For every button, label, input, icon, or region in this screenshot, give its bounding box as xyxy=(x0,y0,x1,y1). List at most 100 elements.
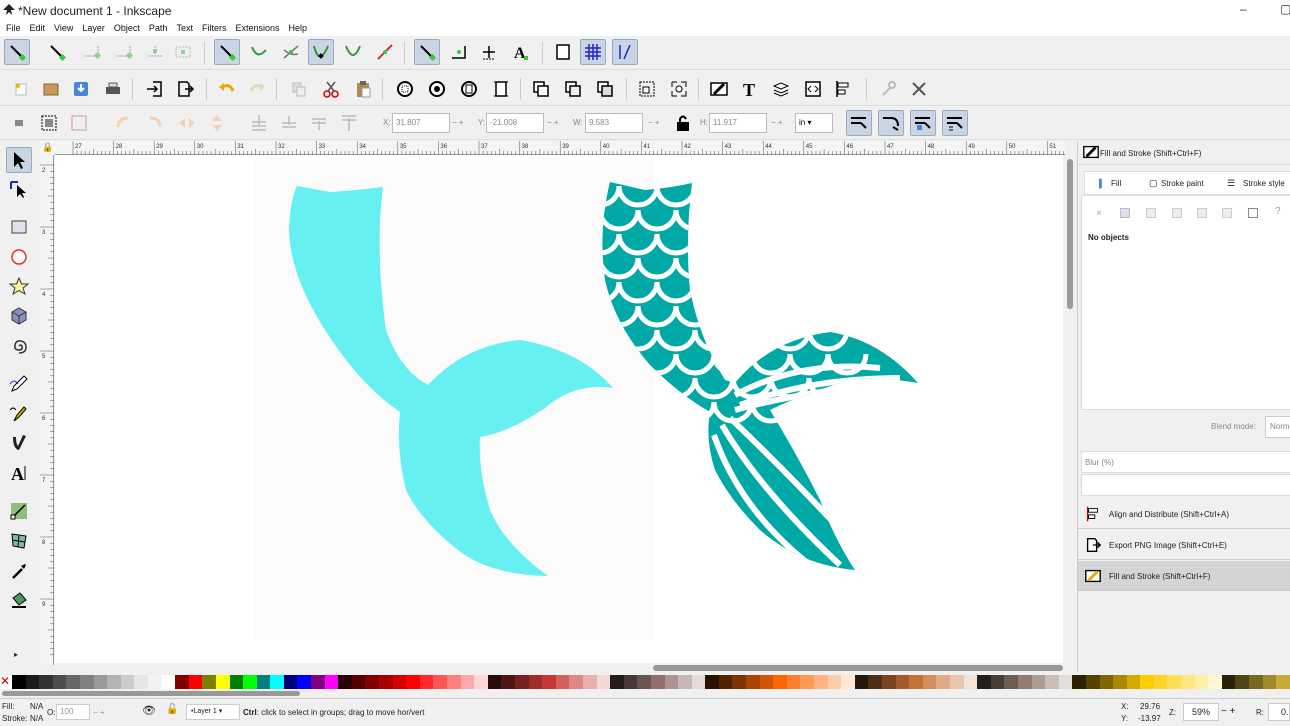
palette-swatch[interactable] xyxy=(1017,675,1032,689)
palette-swatch[interactable] xyxy=(990,675,1005,689)
palette-swatch[interactable] xyxy=(637,675,651,689)
menu-edit[interactable]: Edit xyxy=(30,22,46,36)
unlink-clone-button[interactable] xyxy=(592,76,618,102)
rotate-cw-button[interactable] xyxy=(142,110,168,136)
palette-swatch[interactable] xyxy=(868,675,882,689)
palette-swatch[interactable] xyxy=(297,675,312,689)
palette-swatch[interactable] xyxy=(1045,675,1059,689)
ungroup-button[interactable] xyxy=(666,76,692,102)
palette-swatch[interactable] xyxy=(596,675,611,689)
menu-view[interactable]: View xyxy=(54,22,73,36)
palette-swatch[interactable] xyxy=(895,675,910,689)
rotation-input[interactable]: 0. xyxy=(1268,703,1290,721)
palette-swatch[interactable] xyxy=(1004,675,1018,689)
zoom-stepper[interactable]: − + xyxy=(1221,706,1235,717)
snap-rotation-center-button[interactable] xyxy=(476,39,502,65)
palette-swatch[interactable] xyxy=(746,675,760,689)
tool-dropper[interactable] xyxy=(6,558,32,584)
minimize-button[interactable]: – xyxy=(1240,2,1247,16)
docked-export-png[interactable]: Export PNG Image (Shift+Ctrl+E) xyxy=(1078,530,1290,560)
menu-file[interactable]: File xyxy=(6,22,21,36)
palette-swatch[interactable] xyxy=(949,675,964,689)
palette-swatch[interactable] xyxy=(514,675,529,689)
snap-others-button[interactable] xyxy=(414,39,440,65)
paste-button[interactable] xyxy=(350,76,376,102)
copy-button[interactable] xyxy=(286,76,312,102)
snap-cusp-button[interactable] xyxy=(308,39,334,65)
palette-swatch[interactable] xyxy=(1194,675,1209,689)
palette-swatch[interactable] xyxy=(691,675,706,689)
palette-swatch[interactable] xyxy=(555,675,570,689)
snap-bbox-center-button[interactable] xyxy=(170,39,196,65)
tool-node[interactable] xyxy=(6,176,32,202)
palette-swatch[interactable] xyxy=(1235,675,1250,689)
palette-swatch[interactable] xyxy=(1113,675,1127,689)
palette-swatch[interactable] xyxy=(202,675,216,689)
tool-paint-bucket[interactable] xyxy=(6,587,32,613)
palette-swatch[interactable] xyxy=(39,675,53,689)
menu-help[interactable]: Help xyxy=(288,22,307,36)
stroke-indicator-value[interactable]: N/A xyxy=(30,714,43,723)
tool-gradient[interactable] xyxy=(6,498,32,524)
no-paint-button[interactable]: × xyxy=(1096,208,1102,219)
snap-guides-button[interactable] xyxy=(612,39,638,65)
palette-swatch[interactable] xyxy=(1140,675,1154,689)
lock-icon[interactable]: 🔓 xyxy=(166,704,178,715)
eye-icon[interactable]: 👁 xyxy=(142,704,156,717)
save-button[interactable] xyxy=(68,76,94,102)
palette-swatch[interactable] xyxy=(759,675,774,689)
palette-swatch[interactable] xyxy=(922,675,937,689)
preferences-button[interactable] xyxy=(876,76,902,102)
palette-swatch[interactable] xyxy=(474,675,488,689)
palette-swatch[interactable] xyxy=(1221,675,1236,689)
xml-editor-button[interactable] xyxy=(800,76,826,102)
palette-swatch[interactable] xyxy=(215,675,230,689)
palette-swatch[interactable] xyxy=(786,675,801,689)
tool-star[interactable] xyxy=(6,273,32,299)
snap-bbox-button[interactable] xyxy=(44,39,70,65)
clone-button[interactable] xyxy=(560,76,586,102)
palette-swatch[interactable] xyxy=(188,675,203,689)
docked-align-distribute[interactable]: Align and Distribute (Shift+Ctrl+A) xyxy=(1078,499,1290,529)
palette-swatch[interactable] xyxy=(256,675,271,689)
palette-swatch[interactable] xyxy=(120,675,135,689)
no-color-swatch[interactable]: ✕ xyxy=(0,675,12,689)
menu-text[interactable]: Text xyxy=(176,22,193,36)
layer-select[interactable]: •Layer 1 ▾ xyxy=(186,704,240,720)
snap-center-object-button[interactable] xyxy=(446,39,472,65)
zoom-input[interactable]: 59% xyxy=(1183,703,1219,721)
palette-swatch[interactable] xyxy=(841,675,855,689)
palette-swatch[interactable] xyxy=(528,675,543,689)
vertical-scrollbar[interactable] xyxy=(1065,155,1075,663)
palette-swatch[interactable] xyxy=(52,675,67,689)
palette-swatch[interactable] xyxy=(1249,675,1263,689)
tab-stroke-style[interactable]: Stroke style xyxy=(1243,179,1285,188)
snap-page-border-button[interactable] xyxy=(550,39,576,65)
palette-swatch[interactable] xyxy=(650,675,665,689)
opacity-stepper[interactable]: − + xyxy=(93,708,105,717)
opacity-input[interactable]: 100 xyxy=(56,704,90,720)
swatch-button[interactable] xyxy=(1248,208,1258,218)
palette-swatch[interactable] xyxy=(283,675,298,689)
horizontal-scroll-thumb[interactable] xyxy=(653,665,1063,671)
menu-filters[interactable]: Filters xyxy=(202,22,227,36)
palette-swatch[interactable] xyxy=(229,675,244,689)
new-document-button[interactable] xyxy=(8,76,34,102)
palette-swatch[interactable] xyxy=(93,675,108,689)
snap-bbox-midpoint-button[interactable] xyxy=(142,39,168,65)
lower-bottom-button[interactable] xyxy=(246,110,272,136)
zoom-page-button[interactable] xyxy=(456,76,482,102)
palette-swatch[interactable] xyxy=(854,675,869,689)
palette-swatch[interactable] xyxy=(134,675,148,689)
palette-swatch[interactable] xyxy=(1276,675,1290,689)
rotate-ccw-button[interactable] xyxy=(110,110,136,136)
palette-swatch[interactable] xyxy=(147,675,162,689)
palette-swatch[interactable] xyxy=(1072,675,1086,689)
y-stepper[interactable]: − + xyxy=(547,113,559,133)
palette-swatch[interactable] xyxy=(718,675,733,689)
fill-stroke-button[interactable] xyxy=(706,76,732,102)
palette-swatch[interactable] xyxy=(1167,675,1182,689)
raise-top-button[interactable] xyxy=(336,110,362,136)
palette-swatch[interactable] xyxy=(311,675,325,689)
scale-radii-button[interactable] xyxy=(878,110,904,136)
